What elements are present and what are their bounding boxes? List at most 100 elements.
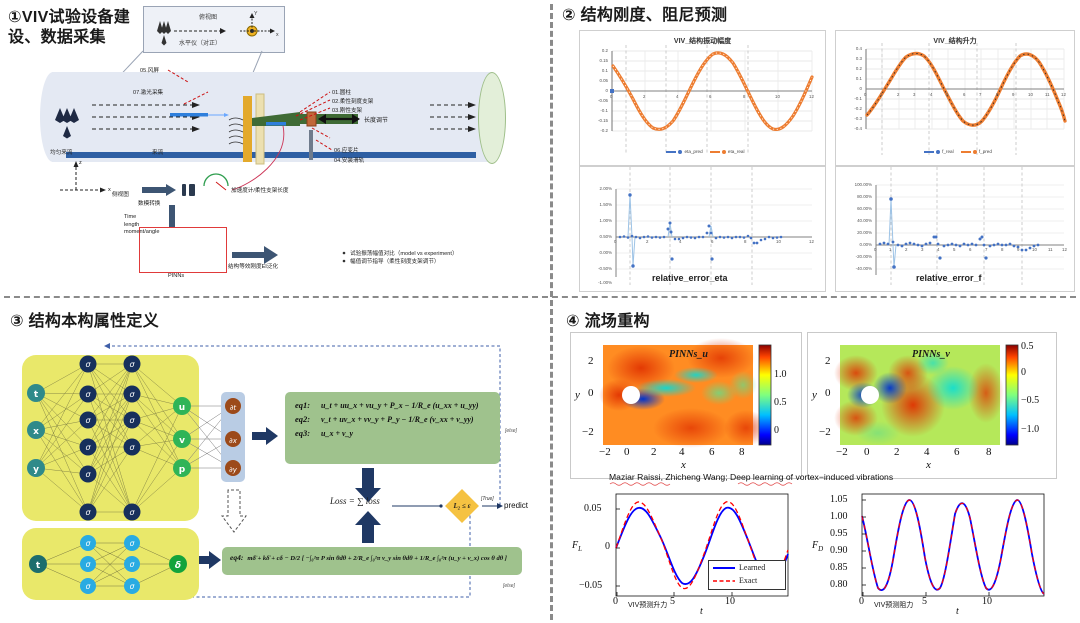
chart-b-xtick-9: 9	[1012, 92, 1015, 97]
chart-b-ytick-8: -0.4	[854, 126, 862, 131]
label-accelerometer: 加速度计/柔性支架长度	[231, 188, 289, 194]
legend-line-learned	[713, 566, 735, 569]
chart-c-xtick-4: 8	[744, 239, 747, 244]
bullet-amplitude-compare: 试验振荡幅值对比（model vs experiment）	[350, 251, 458, 257]
label-signal-list: Time length moment/angle	[124, 214, 160, 236]
field-v-xtick-m2: −2	[836, 446, 848, 458]
chart-d-title: relative_error_f	[916, 273, 982, 283]
pinns-v-title: PINNs_v	[912, 349, 950, 360]
fd-ylabel: FD	[812, 540, 824, 553]
chart-d-ytick-5: 0.00%	[859, 242, 872, 247]
label-axis-x: x	[108, 187, 111, 193]
fl-xlabel: t	[700, 606, 703, 617]
field-v-xtick-4: 4	[924, 446, 930, 458]
chart-d-ytick-1: 80.00%	[857, 194, 872, 199]
fl-ytick-0: 0.05	[584, 503, 602, 514]
panel-viv-experiment: ①VIV试验设备建设、数据采集 俯视图 水平仪（对正） Y x 05.风屏 07…	[0, 0, 548, 296]
field-u-xtick-2: 2	[651, 446, 657, 458]
legend-line-exact	[713, 579, 735, 582]
field-v-ytick-2: 2	[825, 355, 831, 367]
chart-relative-error-eta: 2.00% 1.50% 1.00% 0.50% 0.00% -0.50% -1.…	[579, 166, 826, 292]
chart-a-xtick-3: 6	[709, 94, 712, 99]
chart-a-xtick-0: 0	[610, 94, 613, 99]
label-laser-capture: 07.激光采集	[133, 90, 164, 96]
chart-d-xtick-4: 4	[937, 247, 940, 252]
label-item02: 02.柔性刻度支架	[332, 99, 374, 105]
field-v-xtick-6: 6	[954, 446, 960, 458]
chart-c-ytick-1: 1.50%	[599, 202, 612, 207]
chart-b-ytick-2: 0.2	[855, 66, 862, 71]
field-u-ytick-m2: −2	[582, 426, 594, 438]
fd-ytick-0: 1.05	[830, 494, 848, 505]
legend-label-eta-real: eta_real	[727, 149, 745, 154]
chart-a-ytick-3: 0.05	[599, 78, 608, 83]
svg-text:σ: σ	[86, 582, 91, 591]
field-u-xlabel: x	[681, 459, 686, 471]
fl-xtick-2: 10	[725, 596, 735, 607]
chart-b-xtick-5: 5	[946, 92, 949, 97]
panel2-title: ② 结构刚度、阻尼预测	[562, 7, 728, 24]
field-v-ytick-m2: −2	[819, 426, 831, 438]
chart-a-legend: eta_pred eta_real	[580, 149, 825, 154]
panel-flow-reconstruction: ④ 流场重构 PINNs_u 2 0 −2 y −2 0 2 4 6 8 x 1…	[552, 300, 1080, 623]
legend-swatch-eta-real	[709, 150, 720, 153]
label-ei-generalization: 结构等效刚度EI泛化	[228, 264, 279, 270]
field-v-cbar-tick-2: −0.5	[1021, 395, 1040, 406]
field-v-xtick-0: 0	[864, 446, 870, 458]
chart-d-xtick-3: 3	[921, 247, 924, 252]
label-side-view: 侧视图	[112, 192, 129, 198]
fl-xtick-0: 0	[613, 596, 618, 607]
paper-credit: Maziar Raissi, Zhicheng Wang; Deep learn…	[609, 472, 894, 482]
chart-d-ytick-2: 60.00%	[857, 206, 872, 211]
fl-legend-learned: Learned	[739, 563, 766, 572]
chart-b-legend: f_real f_pred	[836, 149, 1074, 154]
pinns-u-title: PINNs_u	[669, 349, 708, 360]
fd-xtick-1: 5	[922, 596, 927, 607]
chart-c-xtick-0: 0	[614, 239, 617, 244]
chart-a-ytick-4: 0	[605, 88, 608, 93]
field-u-xtick-6: 6	[709, 446, 715, 458]
chart-a-xtick-5: 10	[775, 94, 780, 99]
chart-viv-amplitude: VIV_结构振动幅度 0.2 0.15 0.1 0.05 0 -0.05 -0.…	[579, 30, 826, 166]
plot-fl: 0.05 0 −0.05 FL 0 5 10 t VIV预测升力 Learned…	[572, 488, 802, 618]
svg-text:σ: σ	[86, 539, 91, 548]
chart-a-ytick-1: 0.15	[599, 58, 608, 63]
fl-xtick-1: 5	[670, 596, 675, 607]
svg-text:δ: δ	[175, 561, 181, 571]
panel4-title: ④ 流场重构	[566, 313, 650, 330]
field-u-xtick-8: 8	[739, 446, 745, 458]
chart-c-ytick-4: 0.00%	[599, 250, 612, 255]
fd-xtick-0: 0	[859, 596, 864, 607]
chart-viv-lift: VIV_结构升力 0.4 0.3 0.2 0.1 0 -0.1 -0.2 -0.…	[835, 30, 1075, 166]
chart-b-ytick-4: 0	[859, 86, 862, 91]
fd-ytick-4: 0.85	[830, 562, 848, 573]
field-u-xtick-0: 0	[624, 446, 630, 458]
bullet-amplitude-guidance: 幅值调节指导（柔性刻度支架调节）	[350, 259, 440, 265]
legend-dot-eta-real	[721, 149, 726, 154]
chart-b-ytick-5: -0.1	[854, 96, 862, 101]
plot-fd: 1.05 1.00 0.95 0.90 0.85 0.80 FD 0 5 10 …	[810, 488, 1060, 618]
svg-text:t: t	[36, 561, 41, 571]
chart-d-xtick-6: 6	[969, 247, 972, 252]
chart-d-ytick-4: 20.00%	[857, 230, 872, 235]
chart-b-xtick-3: 3	[913, 92, 916, 97]
chart-c-xtick-1: 2	[646, 239, 649, 244]
field-v-xtick-8: 8	[986, 446, 992, 458]
legend-label-f-real: f_real	[942, 149, 954, 154]
chart-b-xtick-1: 1	[880, 92, 883, 97]
field-v-xtick-2: 2	[894, 446, 900, 458]
field-u-ylabel: y	[575, 389, 580, 401]
chart-d-xtick-8: 8	[1001, 247, 1004, 252]
field-v-xlabel: x	[926, 459, 931, 471]
chart-b-xtick-7: 7	[979, 92, 982, 97]
chart-b-xtick-6: 6	[963, 92, 966, 97]
fl-caption: VIV预测升力	[628, 602, 668, 609]
fl-ytick-2: −0.05	[579, 580, 603, 591]
fd-ytick-3: 0.90	[830, 545, 848, 556]
field-u-cbar-tick-1: 0.5	[774, 397, 787, 408]
legend-label-eta-pred: eta_pred	[684, 149, 703, 154]
fl-legend: Learned Exact	[708, 560, 786, 590]
chart-b-xtick-4: 4	[930, 92, 933, 97]
field-u-xtick-m2: −2	[599, 446, 611, 458]
field-card-pinns-u: PINNs_u 2 0 −2 y −2 0 2 4 6 8 x 1.0 0.5 …	[570, 332, 802, 479]
